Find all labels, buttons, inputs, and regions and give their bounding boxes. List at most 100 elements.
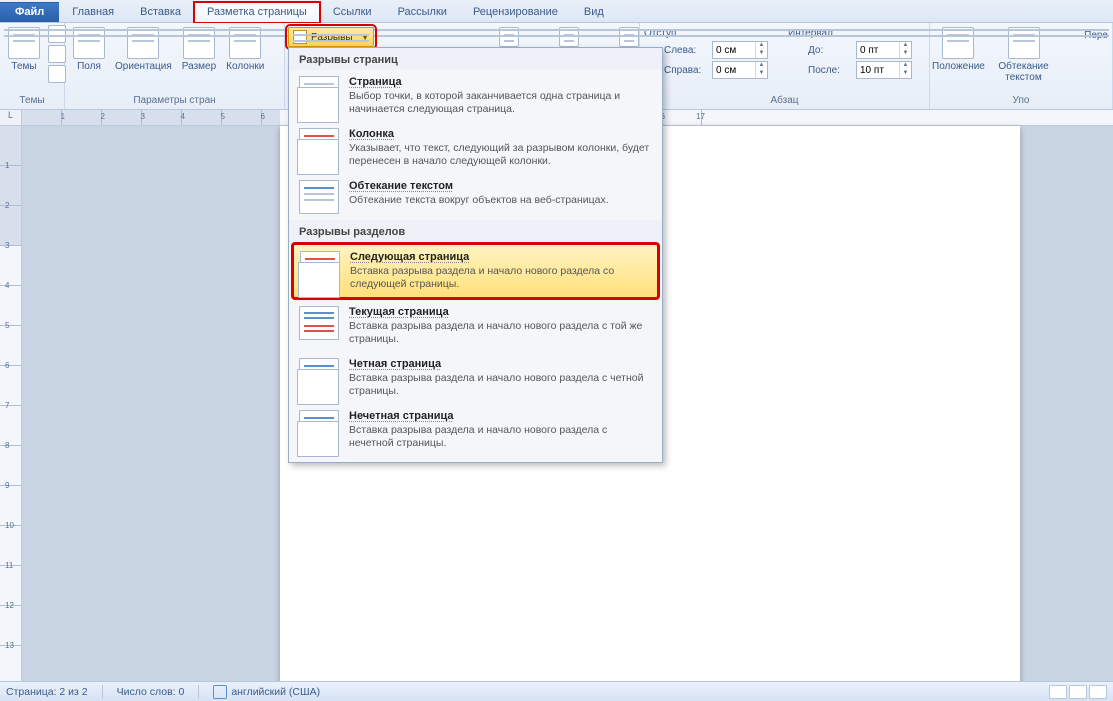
margins-icon	[73, 27, 105, 59]
breaks-icon	[293, 30, 307, 44]
status-page[interactable]: Страница: 2 из 2	[6, 686, 88, 698]
tab-file[interactable]: Файл	[0, 2, 59, 22]
indent-left-input[interactable]	[713, 45, 755, 56]
section-break-even-page[interactable]: Четная страница Вставка разрыва раздела и…	[289, 352, 662, 404]
view-print-layout-button[interactable]	[1049, 685, 1067, 699]
spacing-before-icon	[788, 42, 804, 58]
ribbon: Темы Темы Поля Ориентация Размер Колонки…	[0, 23, 1113, 110]
section-even-title: Четная страница	[349, 358, 441, 370]
indent-right-spinner[interactable]: ▲▼	[712, 61, 768, 79]
columns-button[interactable]: Колонки	[222, 25, 268, 74]
indent-left-spinner[interactable]: ▲▼	[712, 41, 768, 59]
break-option-text-wrap[interactable]: Обтекание текстом Обтекание текста вокруг…	[289, 174, 662, 220]
break-wrap-title: Обтекание текстом	[349, 180, 453, 192]
status-sep	[198, 685, 199, 699]
indent-right-input[interactable]	[713, 65, 755, 76]
columns-label: Колонки	[226, 61, 264, 72]
even-page-break-icon	[299, 358, 339, 392]
status-view-buttons	[1049, 685, 1107, 699]
next-page-break-icon	[300, 251, 340, 285]
breaks-dropdown: Разрывы страниц Страница Выбор точки, в к…	[288, 47, 663, 463]
view-full-screen-button[interactable]	[1069, 685, 1087, 699]
spacing-after-label: После:	[808, 65, 852, 76]
tab-view[interactable]: Вид	[571, 2, 617, 22]
wrap-text-button[interactable]: Обтекание текстом	[985, 25, 1062, 85]
status-bar: Страница: 2 из 2 Число слов: 0 английски…	[0, 681, 1113, 701]
columns-icon	[229, 27, 261, 59]
section-break-odd-page[interactable]: Нечетная страница Вставка разрыва раздела…	[289, 404, 662, 456]
vertical-ruler[interactable]: 12345678910111213	[0, 126, 22, 681]
group-label-themes: Темы	[4, 93, 60, 109]
continuous-break-icon	[299, 306, 339, 340]
theme-effects-icon[interactable]	[48, 65, 66, 83]
position-icon	[942, 27, 974, 59]
section-break-next-page[interactable]: Следующая страница Вставка разрыва раздел…	[293, 244, 658, 298]
section-next-title: Следующая страница	[350, 251, 469, 263]
theme-fonts-icon[interactable]	[48, 45, 66, 63]
break-option-column[interactable]: Колонка Указывает, что текст, следующий з…	[289, 122, 662, 174]
tab-home[interactable]: Главная	[59, 2, 127, 22]
break-wrap-desc: Обтекание текста вокруг объектов на веб-…	[349, 194, 609, 207]
status-lang[interactable]: английский (США)	[213, 685, 320, 699]
wrap-text-icon	[1008, 27, 1040, 59]
dropdown-section-section-breaks: Разрывы разделов	[289, 220, 662, 242]
margins-button[interactable]: Поля	[69, 25, 109, 74]
view-web-layout-button[interactable]	[1089, 685, 1107, 699]
status-lang-text: английский (США)	[231, 686, 320, 698]
group-label-page-setup: Параметры стран	[69, 93, 280, 109]
ruler-corner[interactable]: L	[0, 110, 22, 126]
text-wrap-break-icon	[299, 180, 339, 214]
send-backward-icon[interactable]	[1064, 45, 1080, 61]
odd-page-break-icon	[299, 410, 339, 444]
spacing-before-input[interactable]	[857, 45, 899, 56]
section-break-continuous[interactable]: Текущая страница Вставка разрыва раздела …	[289, 300, 662, 352]
break-column-title: Колонка	[349, 128, 394, 140]
break-column-desc: Указывает, что текст, следующий за разры…	[349, 142, 652, 168]
themes-button[interactable]: Темы	[4, 25, 44, 74]
break-option-page[interactable]: Страница Выбор точки, в которой заканчива…	[289, 70, 662, 122]
themes-icon	[8, 27, 40, 59]
spacing-after-icon	[788, 62, 804, 78]
dropdown-section-page-breaks: Разрывы страниц	[289, 48, 662, 70]
tab-insert[interactable]: Вставка	[127, 2, 194, 22]
size-icon	[183, 27, 215, 59]
wrap-text-label: Обтекание текстом	[989, 61, 1058, 83]
theme-colors-icon[interactable]	[48, 25, 66, 43]
section-odd-desc: Вставка разрыва раздела и начало нового …	[349, 424, 652, 450]
themes-label: Темы	[11, 61, 36, 72]
size-button[interactable]: Размер	[178, 25, 220, 74]
spacing-before-spinner[interactable]: ▲▼	[856, 41, 912, 59]
breaks-button[interactable]: Разрывы ▼	[288, 27, 374, 47]
spacing-after-spinner[interactable]: ▲▼	[856, 61, 912, 79]
status-sep	[102, 685, 103, 699]
theme-color-pickers[interactable]	[48, 25, 66, 83]
orientation-icon	[127, 27, 159, 59]
orientation-label: Ориентация	[115, 61, 172, 72]
ribbon-tabs: Файл Главная Вставка Разметка страницы С…	[0, 0, 1113, 23]
spacing-after-input[interactable]	[857, 65, 899, 76]
position-label: Положение	[932, 61, 985, 72]
tab-references[interactable]: Ссылки	[320, 2, 385, 22]
indent-left-label: Слева:	[664, 45, 708, 56]
section-cont-desc: Вставка разрыва раздела и начало нового …	[349, 320, 652, 346]
section-even-desc: Вставка разрыва раздела и начало нового …	[349, 372, 652, 398]
tab-mailings[interactable]: Рассылки	[385, 2, 460, 22]
size-label: Размер	[182, 61, 216, 72]
tab-review[interactable]: Рецензирование	[460, 2, 571, 22]
margins-label: Поля	[77, 61, 101, 72]
spacing-block: Интервал До: ▲▼ После: ▲▼	[788, 25, 912, 79]
section-odd-title: Нечетная страница	[349, 410, 454, 422]
orientation-button[interactable]: Ориентация	[111, 25, 176, 74]
section-next-desc: Вставка разрыва раздела и начало нового …	[350, 265, 651, 291]
break-page-desc: Выбор точки, в которой заканчивается одн…	[349, 90, 652, 116]
group-label-arrange: Упо	[934, 93, 1108, 109]
break-page-title: Страница	[349, 76, 402, 88]
section-cont-title: Текущая страница	[349, 306, 449, 318]
indent-right-label: Справа:	[664, 65, 708, 76]
tab-page-layout[interactable]: Разметка страницы	[194, 2, 320, 23]
position-button[interactable]: Положение	[934, 25, 983, 74]
column-break-icon	[299, 128, 339, 162]
status-words[interactable]: Число слов: 0	[117, 686, 185, 698]
proofing-icon	[213, 685, 227, 699]
page-break-icon	[299, 76, 339, 110]
